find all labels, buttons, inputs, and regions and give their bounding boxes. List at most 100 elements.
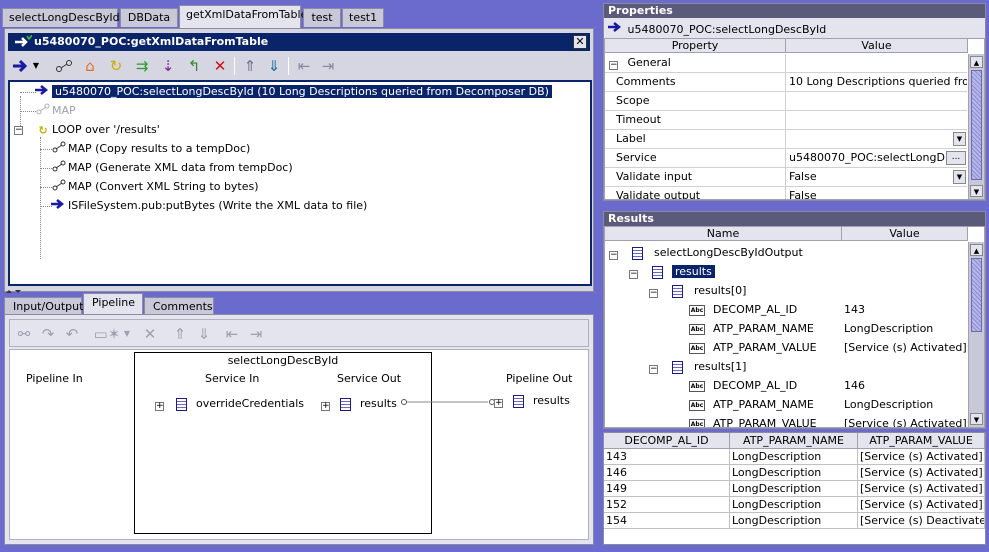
move-down-icon[interactable]: ⇓: [264, 56, 284, 76]
result-field[interactable]: Abc ATP_PARAM_NAME: [689, 319, 814, 338]
chevron-down-icon[interactable]: ▼: [30, 56, 42, 76]
tab-test1[interactable]: test1: [342, 8, 384, 27]
property-group-row[interactable]: − General: [605, 54, 967, 73]
table-cell[interactable]: LongDescription: [730, 449, 858, 465]
table-cell[interactable]: LongDescription: [730, 481, 858, 497]
column-header-decomp-al-id[interactable]: DECOMP_AL_ID: [604, 433, 730, 449]
property-value[interactable]: [787, 111, 967, 130]
property-row-validate-output[interactable]: Validate output False: [605, 187, 967, 199]
collapse-icon[interactable]: −: [649, 289, 658, 298]
tab-getxmldatafromtable[interactable]: getXmlDataFromTable: [179, 5, 307, 28]
properties-scrollbar[interactable]: ▲ ▼: [968, 54, 984, 199]
table-cell[interactable]: 149: [604, 481, 730, 497]
property-row-service[interactable]: Service u5480070_POC:selectLongDesc ...: [605, 149, 967, 168]
result-list-node[interactable]: − results: [629, 262, 715, 281]
undo-icon[interactable]: ↶: [62, 324, 82, 344]
service-in-variable[interactable]: + overrideCredentials: [155, 397, 304, 411]
result-entry-node[interactable]: − results[0]: [649, 281, 746, 300]
table-cell[interactable]: [Service (s) Activated]:...: [858, 465, 985, 481]
close-icon[interactable]: ✕: [573, 35, 587, 49]
result-field[interactable]: Abc DECOMP_AL_ID: [689, 300, 797, 319]
property-value[interactable]: [787, 92, 967, 111]
collapse-icon[interactable]: −: [649, 365, 658, 374]
collapse-icon[interactable]: −: [14, 126, 23, 135]
table-cell[interactable]: 154: [604, 513, 730, 529]
link-icon[interactable]: ⚯: [14, 324, 34, 344]
collapse-icon[interactable]: −: [629, 270, 638, 279]
expand-icon[interactable]: +: [155, 402, 164, 411]
browse-button[interactable]: ...: [946, 151, 966, 165]
pipeline-out-variable[interactable]: + results: [494, 394, 570, 408]
service-out-variable[interactable]: + results: [321, 397, 397, 411]
result-entry-node[interactable]: − results[1]: [649, 357, 746, 376]
tab-selectlongdescbyid[interactable]: selectLongDescById: [2, 8, 120, 27]
chevron-down-icon[interactable]: ▼: [122, 324, 132, 344]
property-row-comments[interactable]: Comments 10 Long Descriptions queried fr…: [605, 73, 967, 92]
table-cell[interactable]: [Service (s) Activated]:...: [858, 449, 985, 465]
result-field[interactable]: Abc ATP_PARAM_VALUE: [689, 414, 817, 427]
sequence-icon[interactable]: ⇣: [158, 56, 178, 76]
table-cell[interactable]: 152: [604, 497, 730, 513]
map-icon[interactable]: [54, 56, 74, 76]
panel-splitter[interactable]: [4, 285, 594, 293]
result-field[interactable]: Abc ATP_PARAM_VALUE: [689, 338, 817, 357]
repeat-icon[interactable]: ⇉: [132, 56, 152, 76]
result-root-node[interactable]: − selectLongDescByIdOutput: [609, 243, 803, 262]
property-row-scope[interactable]: Scope: [605, 92, 967, 111]
property-row-label[interactable]: Label ▼: [605, 130, 967, 149]
results-scrollbar[interactable]: ▲ ▼: [968, 242, 984, 427]
flow-step-map-convert[interactable]: MAP (Convert XML String to bytes): [50, 178, 259, 195]
scroll-thumb[interactable]: [971, 70, 982, 180]
property-value[interactable]: u5480070_POC:selectLongDesc: [787, 149, 945, 168]
scroll-down-icon[interactable]: ▼: [970, 413, 983, 425]
table-cell[interactable]: [Service (s) Deactivate...: [858, 513, 985, 529]
move-up-icon[interactable]: ⇑: [170, 324, 190, 344]
map-link-line[interactable]: [400, 398, 500, 406]
property-value[interactable]: False: [787, 168, 967, 187]
expand-icon[interactable]: +: [494, 399, 503, 408]
table-cell[interactable]: [Service (s) Activated]:...: [858, 497, 985, 513]
property-value[interactable]: [787, 130, 967, 149]
chevron-down-icon[interactable]: ▼: [953, 132, 966, 146]
property-value[interactable]: False: [787, 187, 967, 199]
scroll-down-icon[interactable]: ▼: [970, 185, 983, 197]
move-up-icon[interactable]: ⇑: [240, 56, 260, 76]
column-header-atp-param-name[interactable]: ATP_PARAM_NAME: [730, 433, 858, 449]
move-right-icon[interactable]: ⇥: [318, 56, 338, 76]
result-field[interactable]: Abc DECOMP_AL_ID: [689, 376, 797, 395]
scroll-thumb[interactable]: [971, 258, 982, 332]
exit-icon[interactable]: ↰: [184, 56, 204, 76]
flow-step-invoke[interactable]: u5480070_POC:selectLongDescById (10 Long…: [34, 83, 552, 100]
property-row-validate-input[interactable]: Validate input False ▼: [605, 168, 967, 187]
tab-test[interactable]: test: [303, 8, 341, 27]
tab-pipeline[interactable]: Pipeline: [83, 293, 143, 315]
move-down-icon[interactable]: ⇓: [194, 324, 214, 344]
property-value[interactable]: 10 Long Descriptions queried from ...: [787, 73, 967, 92]
flow-step-loop[interactable]: ↻ LOOP over '/results': [34, 121, 159, 138]
tab-dbdata[interactable]: DBData: [120, 8, 178, 27]
tab-input-output[interactable]: Input/Output: [4, 297, 83, 315]
scroll-up-icon[interactable]: ▲: [970, 56, 983, 68]
delete-icon[interactable]: ✕: [140, 324, 160, 344]
table-cell[interactable]: 146: [604, 465, 730, 481]
flow-step-map-disabled[interactable]: MAP: [34, 102, 76, 119]
scroll-up-icon[interactable]: ▲: [970, 244, 983, 256]
column-header-atp-param-value[interactable]: ATP_PARAM_VALUE: [858, 433, 985, 449]
collapse-icon[interactable]: −: [609, 251, 618, 260]
table-cell[interactable]: LongDescription: [730, 465, 858, 481]
invoke-arrow-icon[interactable]: [12, 56, 32, 76]
move-left-icon[interactable]: ⇤: [222, 324, 242, 344]
result-field[interactable]: Abc ATP_PARAM_NAME: [689, 395, 814, 414]
table-cell[interactable]: 143: [604, 449, 730, 465]
chevron-down-icon[interactable]: ▼: [953, 170, 966, 184]
branch-icon[interactable]: ⌂: [80, 56, 100, 76]
move-right-icon[interactable]: ⇥: [246, 324, 266, 344]
flow-step-putbytes[interactable]: ISFileSystem.pub:putBytes (Write the XML…: [50, 197, 367, 214]
collapse-icon[interactable]: −: [609, 61, 618, 70]
redo-icon[interactable]: ↷: [38, 324, 58, 344]
tab-comments[interactable]: Comments: [144, 297, 214, 315]
table-cell[interactable]: LongDescription: [730, 513, 858, 529]
insert-variable-icon[interactable]: ▭✶: [92, 324, 122, 344]
delete-icon[interactable]: ✕: [210, 56, 230, 76]
move-left-icon[interactable]: ⇤: [294, 56, 314, 76]
